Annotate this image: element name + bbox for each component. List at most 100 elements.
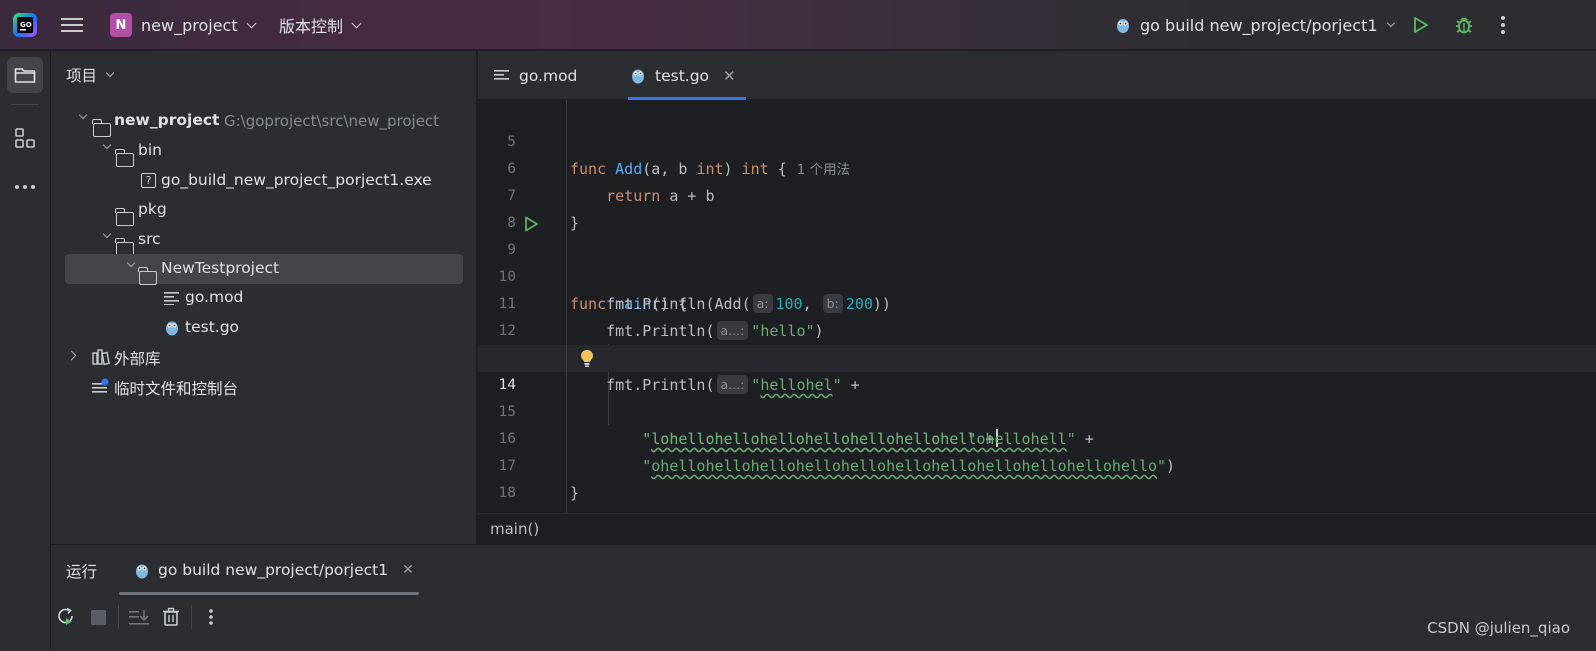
project-panel: 项目 new_project G:\goproject\src\new_proj…	[51, 51, 477, 553]
run-configuration-label: go build new_project/porject1	[1140, 15, 1378, 35]
tree-item-pkg[interactable]: pkg	[65, 195, 463, 226]
bug-icon	[1456, 17, 1472, 34]
project-badge: N	[110, 13, 132, 37]
breadcrumb[interactable]: main()	[478, 513, 1596, 544]
structure-icon	[15, 128, 35, 148]
more-actions-icon[interactable]	[198, 604, 224, 630]
gopher-icon	[1117, 19, 1129, 33]
tab-label: go.mod	[519, 66, 578, 85]
watermark: CSDN @julien_qiao	[1427, 619, 1570, 637]
folder-icon	[92, 119, 111, 137]
library-icon	[92, 349, 110, 365]
run-tab[interactable]: go build new_project/porject1 ✕	[134, 545, 414, 595]
tree-item-label: bin	[138, 141, 162, 159]
expand-chevron-icon[interactable]	[126, 258, 136, 268]
text-file-icon	[494, 69, 509, 80]
folder-icon	[115, 149, 134, 167]
more-actions-icon[interactable]	[1500, 0, 1506, 50]
code-line: 18	[478, 453, 1596, 501]
tree-item-label: go_build_new_project_porject1.exe	[161, 171, 432, 189]
breadcrumb-item[interactable]: main()	[490, 520, 539, 538]
clear-console-button[interactable]	[158, 604, 184, 630]
tree-item-external-libraries[interactable]: 外部库	[65, 342, 463, 372]
tree-item-new-project[interactable]: new_project G:\goproject\src\new_project	[65, 106, 463, 137]
close-icon[interactable]: ✕	[402, 562, 414, 578]
vcs-menu-label: 版本控制	[279, 17, 344, 36]
tree-item-label: src	[138, 230, 161, 248]
code-line: 12 fmt.Println(a...:"hello")	[478, 291, 1596, 367]
tab-go-mod[interactable]: go.mod	[494, 51, 577, 100]
tree-item-scratches[interactable]: 临时文件和控制台	[65, 372, 463, 402]
tab-test-go[interactable]: test.go ✕	[628, 51, 746, 100]
chevron-right-icon[interactable]	[66, 350, 77, 361]
gopher-icon	[136, 564, 148, 578]
expand-chevron-icon[interactable]	[102, 229, 112, 239]
tree-item-label: new_project	[114, 111, 220, 129]
code-editor[interactable]: 5 func Add(a, b int) int {1 个用法 6 return…	[478, 100, 1596, 513]
code-line: 10 fmt.Println(Add(a: 100, b: 200))	[478, 237, 1596, 313]
folder-icon	[14, 68, 36, 83]
close-icon[interactable]: ✕	[723, 67, 736, 85]
title-bar: GO N new_project 版本控制 go build new_proje…	[0, 0, 1596, 50]
editor-tab-bar: go.mod test.go ✕	[478, 51, 1596, 100]
code-line: 13 fmt.Println(a...:"hellohel" +	[478, 318, 1596, 394]
project-switcher[interactable]: N new_project	[110, 0, 257, 50]
rerun-button[interactable]	[53, 604, 79, 630]
code-line: 6 return a + b	[478, 129, 1596, 205]
rerun-icon	[58, 607, 73, 625]
run-gutter-icon[interactable]	[524, 216, 539, 232]
project-panel-header[interactable]: 项目	[66, 64, 115, 86]
run-tab-scrollbar[interactable]	[119, 592, 419, 595]
code-line: 15 "lohellohellohellohellohellohellohell…	[478, 372, 1596, 448]
line-number: 18	[498, 485, 516, 501]
tree-item-bin[interactable]: bin	[65, 136, 463, 167]
tree-item-newtestproject[interactable]: NewTestproject	[65, 254, 463, 285]
tree-item-label: go.mod	[185, 288, 244, 306]
svg-text:GO: GO	[20, 21, 32, 29]
tree-item-label: 临时文件和控制台	[114, 380, 239, 398]
code-line: 5 func Add(a, b int) int {1 个用法	[478, 102, 1596, 178]
code-line: 8	[478, 183, 1596, 231]
run-panel: 运行 go build new_project/porject1 ✕	[51, 544, 1596, 651]
scroll-to-end-button[interactable]	[126, 604, 152, 630]
chevron-down-icon	[105, 68, 115, 78]
code-line-current: 14 "lohellohellohellohellohellohellohel"…	[478, 345, 1596, 448]
scratches-icon	[92, 378, 109, 393]
goland-logo-icon[interactable]: GO	[12, 0, 38, 50]
run-configuration-selector[interactable]: go build new_project/porject1	[1114, 0, 1395, 50]
more-tools-button[interactable]	[7, 169, 43, 205]
run-button[interactable]	[1412, 0, 1430, 50]
tree-item-label: pkg	[138, 200, 167, 218]
tree-item-test-go[interactable]: test.go	[65, 313, 463, 343]
stop-button[interactable]	[85, 604, 111, 630]
folder-icon	[115, 208, 134, 226]
tree-item-path: G:\goproject\src\new_project	[224, 112, 440, 130]
run-icon	[1414, 17, 1428, 33]
gutter-separator	[566, 100, 567, 513]
toolbar-divider	[191, 605, 192, 629]
expand-chevron-icon[interactable]	[102, 140, 112, 150]
toolbar-divider	[118, 605, 119, 629]
code-line: 16 "ohellohellohellohellohellohellohello…	[478, 399, 1596, 475]
tree-item-exe[interactable]: ? go_build_new_project_porject1.exe	[65, 166, 463, 196]
code-line: 7 }	[478, 156, 1596, 232]
gopher-icon	[632, 69, 644, 84]
run-panel-title: 运行	[66, 563, 98, 581]
lightbulb-icon[interactable]	[580, 349, 594, 368]
debug-button[interactable]	[1454, 0, 1474, 50]
unknown-file-icon: ?	[141, 173, 156, 188]
tree-item-src[interactable]: src	[65, 225, 463, 256]
structure-tool-button[interactable]	[7, 120, 43, 156]
vcs-menu[interactable]: 版本控制	[279, 0, 362, 50]
code-line: 17 }	[478, 426, 1596, 502]
tree-item-label: 外部库	[114, 350, 161, 368]
main-menu-hamburger-icon[interactable]	[61, 0, 83, 50]
trash-icon	[163, 607, 179, 626]
scroll-to-end-icon	[129, 610, 149, 625]
chevron-down-icon	[1386, 18, 1395, 28]
expand-chevron-icon[interactable]	[78, 110, 88, 120]
tree-item-go-mod[interactable]: go.mod	[65, 283, 463, 313]
project-tool-button[interactable]	[7, 57, 43, 93]
tab-label: test.go	[655, 66, 710, 85]
code-line: 11 fmt.Println(a...: "hello")	[478, 264, 1596, 340]
